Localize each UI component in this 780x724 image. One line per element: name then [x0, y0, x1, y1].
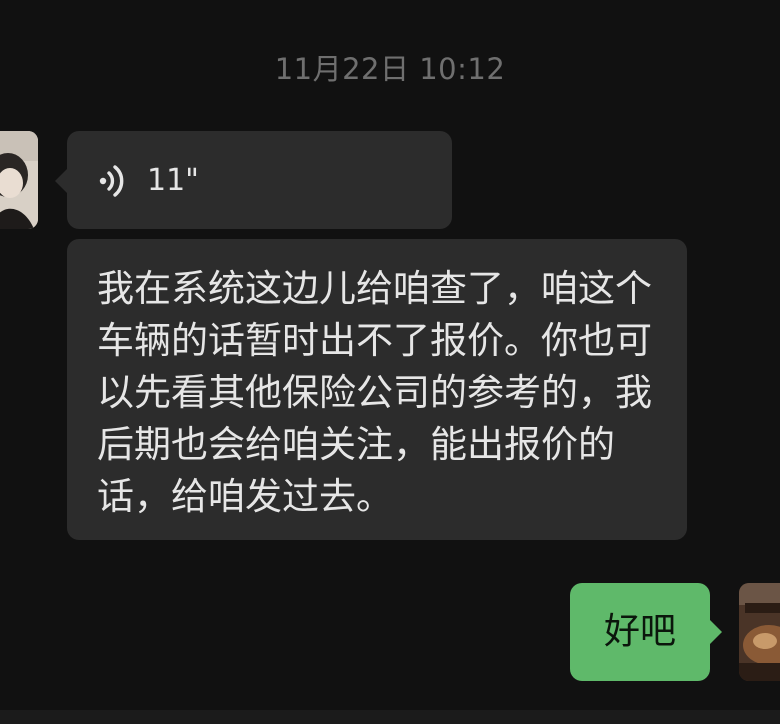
user-avatar[interactable]: [739, 583, 780, 681]
outgoing-text-bubble[interactable]: 好吧: [570, 583, 722, 681]
voice-duration: 11": [147, 163, 199, 198]
voice-wave-icon: [99, 165, 124, 197]
outgoing-message-text: 好吧: [603, 611, 676, 652]
bubble-tail: [55, 169, 67, 193]
bubble-tail: [710, 620, 722, 644]
incoming-message-text: 我在系统这边儿给咱查了，咱这个车辆的话暂时出不了报价。你也可以先看其他保险公司的…: [97, 267, 652, 518]
contact-avatar[interactable]: [0, 131, 38, 229]
chat-screen: 11月22日 10:12 11" 我在系统这边儿给咱查了，咱这个车辆的话暂时出不…: [0, 0, 780, 724]
user-avatar-image: [739, 583, 780, 681]
voice-message-bubble[interactable]: 11": [55, 131, 452, 229]
input-bar-edge: [0, 710, 780, 724]
incoming-text-bubble[interactable]: 我在系统这边儿给咱查了，咱这个车辆的话暂时出不了报价。你也可以先看其他保险公司的…: [67, 239, 687, 540]
message-timestamp: 11月22日 10:12: [274, 52, 506, 86]
contact-avatar-image: [0, 131, 38, 229]
